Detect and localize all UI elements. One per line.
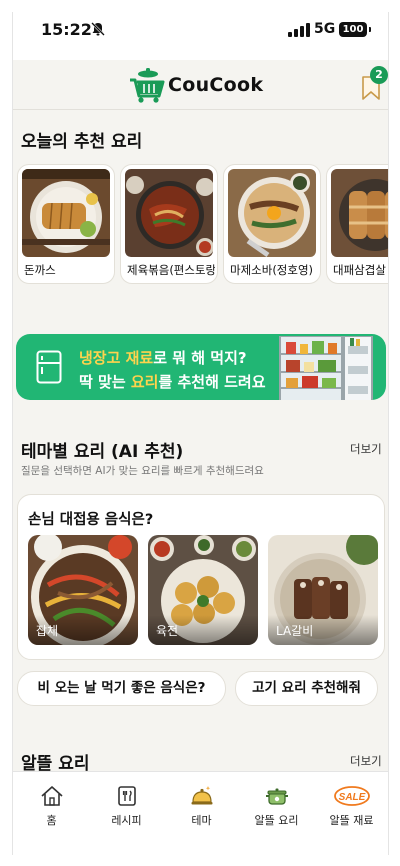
recipe-card[interactable]: 대패삼겹살 <box>326 164 388 284</box>
theme-more-link[interactable]: 더보기 <box>350 441 382 457</box>
tab-label: 알뜰 재료 <box>329 814 374 827</box>
sale-tag-icon: SALE <box>334 786 370 806</box>
app-screen: 15:22 5G 100 CouCook 2 오늘의 추천 요리 돈까스 제육볶… <box>12 12 389 855</box>
tab-label: 레시피 <box>111 814 142 827</box>
fridge-icon <box>36 350 62 384</box>
bottom-tab-bar: 홈 레시피 테마 알뜰 요리 SALE 알뜰 재료 <box>13 771 388 855</box>
banner-line-1: 냉장고 재료로 뭐 해 먹지? <box>79 349 247 367</box>
logo-icon <box>130 68 165 103</box>
question-chip[interactable]: 비 오는 날 먹기 좋은 음식은? <box>17 671 226 706</box>
recipe-photo <box>125 169 213 257</box>
dish-photo-yukjeon[interactable]: 육전 <box>148 535 258 645</box>
cloche-icon <box>191 786 213 805</box>
recipe-name: 마제소바(정호영) <box>230 263 314 277</box>
status-time: 15:22 <box>41 20 92 39</box>
theme-question: 손님 대접용 음식은? <box>28 512 154 528</box>
bookmark-count-badge: 2 <box>370 66 388 84</box>
tab-budget-ingredients[interactable]: SALE 알뜰 재료 <box>314 772 388 834</box>
theme-section-subtitle: 질문을 선택하면 AI가 맞는 요리를 빠르게 추천해드려요 <box>21 465 264 477</box>
budget-more-link[interactable]: 더보기 <box>350 753 382 769</box>
signal-icon <box>288 23 310 37</box>
tab-label: 테마 <box>191 814 212 827</box>
recipe-photo <box>22 169 110 257</box>
recipe-card[interactable]: 돈까스 <box>17 164 115 284</box>
recipe-name: 대패삼겹살 <box>333 263 386 277</box>
svg-text:SALE: SALE <box>339 792 366 803</box>
recipe-card[interactable]: 제육볶음(편스토랑) <box>120 164 218 284</box>
recipe-photo <box>228 169 316 257</box>
dish-photo-japchae[interactable]: 잡채 <box>28 535 138 645</box>
tab-theme[interactable]: 테마 <box>164 772 239 834</box>
app-header: CouCook 2 <box>13 60 388 110</box>
pot-icon <box>266 788 288 805</box>
status-bar: 15:22 5G 100 <box>13 12 388 60</box>
tab-home[interactable]: 홈 <box>14 772 89 834</box>
tab-recipe[interactable]: 레시피 <box>89 772 164 834</box>
dish-name: LA갈비 <box>276 624 314 638</box>
app-title: CouCook <box>168 74 264 96</box>
recipe-photo <box>331 169 388 257</box>
battery-icon: 100 <box>339 22 371 37</box>
dish-name: 육전 <box>156 624 179 638</box>
network-type: 5G <box>314 21 336 37</box>
bell-off-icon <box>91 22 105 36</box>
dish-name: 잡채 <box>36 624 59 638</box>
today-recommend-list: 돈까스 제육볶음(편스토랑) 마제소바(정호영) 대패삼겹살 <box>17 164 388 288</box>
tab-budget-cooking[interactable]: 알뜰 요리 <box>239 772 314 834</box>
recipe-book-icon <box>118 786 136 806</box>
question-chip[interactable]: 고기 요리 추천해줘 <box>235 671 378 706</box>
dish-photo-la-galbi[interactable]: LA갈비 <box>268 535 378 645</box>
recipe-name: 돈까스 <box>24 263 56 277</box>
home-icon <box>41 786 63 806</box>
open-fridge-illustration <box>279 336 373 400</box>
theme-question-card[interactable]: 손님 대접용 음식은? 잡채 육전 LA갈비 <box>17 494 385 660</box>
tab-label: 홈 <box>46 814 57 827</box>
today-recommend-title: 오늘의 추천 요리 <box>21 132 143 152</box>
fridge-recommend-banner[interactable]: 냉장고 재료로 뭐 해 먹지? 딱 맞는 요리를 추천해 드려요 <box>16 334 386 400</box>
tab-label: 알뜰 요리 <box>254 814 299 827</box>
theme-section-title: 테마별 요리 (AI 추천) <box>21 442 184 462</box>
recipe-name: 제육볶음(편스토랑) <box>127 263 215 277</box>
recipe-card[interactable]: 마제소바(정호영) <box>223 164 321 284</box>
banner-line-2: 딱 맞는 요리를 추천해 드려요 <box>79 373 266 391</box>
